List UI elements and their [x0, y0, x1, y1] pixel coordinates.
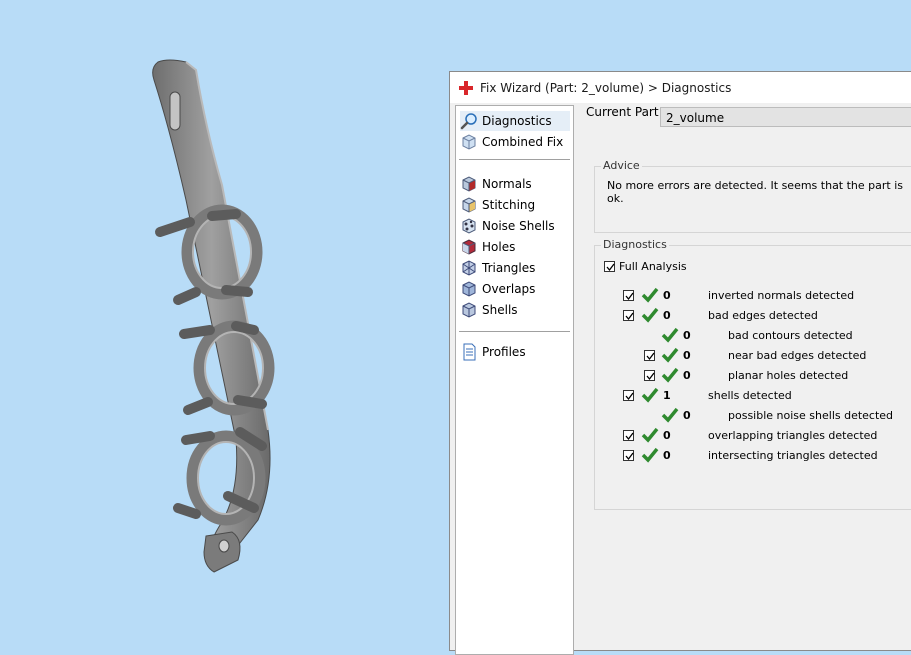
diag-checkbox[interactable]: [623, 310, 634, 321]
diag-checkbox[interactable]: [623, 390, 634, 401]
advice-group-title: Advice: [601, 159, 642, 172]
noise-shells-icon: [460, 217, 478, 235]
diag-label: overlapping triangles detected: [708, 429, 878, 442]
diag-label: near bad edges detected: [728, 349, 867, 362]
diag-count: 0: [683, 369, 691, 382]
diag-label: shells detected: [708, 389, 792, 402]
full-analysis-checkbox[interactable]: [604, 261, 615, 272]
fix-wizard-dialog: Fix Wizard (Part: 2_volume) > Diagnostic…: [449, 71, 911, 655]
holes-cube-icon: [460, 238, 478, 256]
diag-checkbox[interactable]: [644, 370, 655, 381]
cube-icon: [460, 133, 478, 151]
nav-item-shells[interactable]: Shells: [460, 300, 570, 320]
advice-text: No more errors are detected. It seems th…: [607, 179, 904, 205]
green-check-icon: [661, 407, 679, 423]
triangles-cube-icon: [460, 259, 478, 277]
diag-count: 0: [683, 409, 691, 422]
nav-item-diagnostics[interactable]: Diagnostics: [460, 111, 570, 131]
diag-count: 0: [663, 289, 671, 302]
green-check-icon: [661, 327, 679, 343]
document-icon: [460, 343, 478, 361]
nav-item-normals[interactable]: Normals: [460, 174, 570, 194]
diag-count: 0: [683, 329, 691, 342]
diag-count: 0: [663, 309, 671, 322]
diag-label: planar holes detected: [728, 369, 849, 382]
diag-checkbox[interactable]: [623, 450, 634, 461]
green-check-icon: [641, 387, 659, 403]
green-check-icon: [641, 447, 659, 463]
diag-checkbox[interactable]: [623, 290, 634, 301]
diag-label: bad edges detected: [708, 309, 818, 322]
diag-checkbox[interactable]: [644, 350, 655, 361]
overlaps-cube-icon: [460, 280, 478, 298]
diag-checkbox[interactable]: [623, 430, 634, 441]
nav-separator: [459, 331, 570, 332]
green-check-icon: [661, 347, 679, 363]
red-cross-icon: [459, 80, 473, 95]
dialog-titlebar[interactable]: Fix Wizard (Part: 2_volume) > Diagnostic…: [450, 72, 911, 103]
nav-item-profiles[interactable]: Profiles: [460, 342, 570, 362]
nav-item-combined-fix[interactable]: Combined Fix: [460, 132, 570, 152]
3d-part-model[interactable]: [0, 0, 449, 645]
green-check-icon: [661, 367, 679, 383]
diag-count: 0: [663, 449, 671, 462]
nav-item-holes[interactable]: Holes: [460, 237, 570, 257]
normals-cube-icon: [460, 175, 478, 193]
fix-wizard-nav-panel: Diagnostics Combined Fix Normals Stitchi…: [455, 105, 574, 655]
current-part-label: Current Part:: [586, 105, 663, 119]
diag-count: 1: [663, 389, 671, 402]
nav-item-noise-shells[interactable]: Noise Shells: [460, 216, 570, 236]
diag-label: inverted normals detected: [708, 289, 855, 302]
green-check-icon: [641, 307, 659, 323]
green-check-icon: [641, 287, 659, 303]
diag-label: intersecting triangles detected: [708, 449, 878, 462]
shells-cube-icon: [460, 301, 478, 319]
green-check-icon: [641, 427, 659, 443]
magnifier-icon: [460, 112, 478, 130]
diag-count: 0: [663, 429, 671, 442]
nav-separator: [459, 159, 570, 160]
current-part-field: 2_volume: [660, 107, 911, 127]
nav-item-overlaps[interactable]: Overlaps: [460, 279, 570, 299]
diag-count: 0: [683, 349, 691, 362]
dialog-title: Fix Wizard (Part: 2_volume) > Diagnostic…: [480, 80, 732, 95]
full-analysis-label: Full Analysis: [619, 260, 687, 273]
nav-item-triangles[interactable]: Triangles: [460, 258, 570, 278]
diag-label: bad contours detected: [728, 329, 853, 342]
diagnostics-group-title: Diagnostics: [601, 238, 669, 251]
nav-item-stitching[interactable]: Stitching: [460, 195, 570, 215]
stitching-cube-icon: [460, 196, 478, 214]
diag-label: possible noise shells detected: [728, 409, 894, 422]
